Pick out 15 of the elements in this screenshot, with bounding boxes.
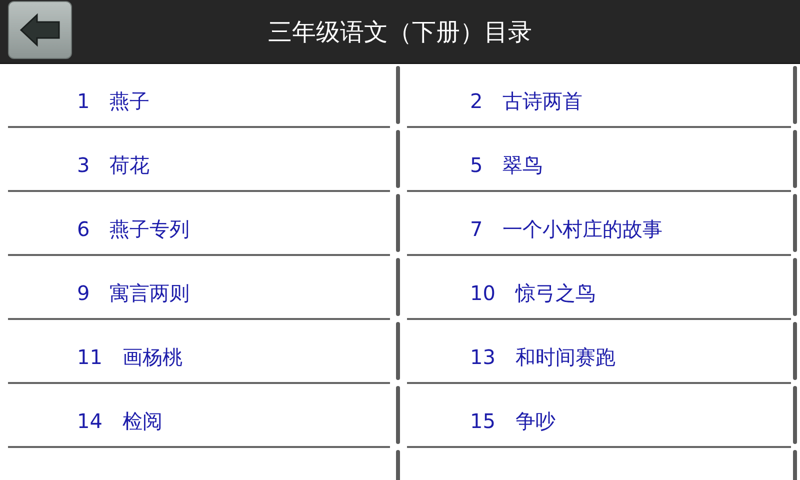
lesson-item[interactable]: 1 燕子 xyxy=(8,64,390,128)
lesson-item[interactable]: 13 和时间赛跑 xyxy=(407,320,791,384)
lesson-item[interactable]: 6 燕子专列 xyxy=(8,192,390,256)
lesson-item[interactable]: 14 检阅 xyxy=(8,384,390,448)
lesson-item[interactable]: 9 寓言两则 xyxy=(8,256,390,320)
lesson-item[interactable]: 15 争吵 xyxy=(407,384,791,448)
page-title: 三年级语文（下册）目录 xyxy=(268,16,532,48)
back-button[interactable] xyxy=(8,0,72,58)
lesson-item[interactable]: 10 惊弓之鸟 xyxy=(407,256,791,320)
lesson-item[interactable]: 3 荷花 xyxy=(8,128,390,192)
lesson-item[interactable]: 11 画杨桃 xyxy=(8,320,390,384)
lesson-item[interactable]: 2 古诗两首 xyxy=(407,64,791,128)
lesson-item[interactable]: 5 翠鸟 xyxy=(407,128,791,192)
back-arrow-icon xyxy=(19,12,61,46)
lesson-item[interactable]: 7 一个小村庄的故事 xyxy=(407,192,791,256)
